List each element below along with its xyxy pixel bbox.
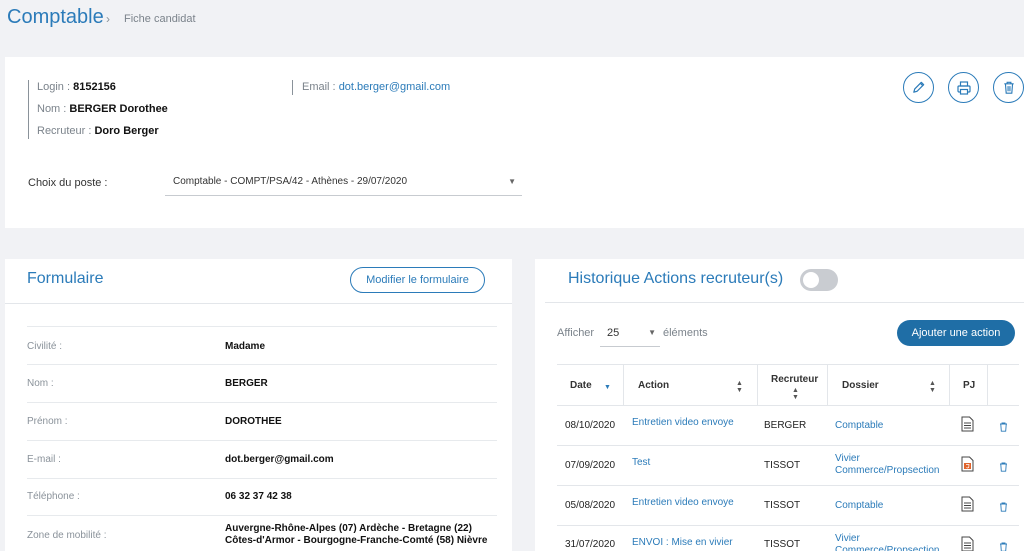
- historique-toggle[interactable]: [800, 269, 838, 291]
- pencil-icon: [913, 81, 925, 93]
- column-header-date[interactable]: Date: [570, 380, 592, 391]
- sort-icon[interactable]: ▲ ▼: [792, 387, 799, 401]
- email-link[interactable]: dot.berger@gmail.com: [339, 81, 450, 93]
- row-dossier-link[interactable]: Vivier Commerce/Propsection: [835, 533, 945, 551]
- print-button[interactable]: [948, 72, 979, 103]
- column-divider: [987, 364, 988, 405]
- form-row: E-mail : dot.berger@gmail.com: [27, 440, 497, 478]
- row-dossier-link[interactable]: Vivier Commerce/Propsection: [835, 453, 945, 477]
- row-date: 31/07/2020: [565, 539, 616, 550]
- sort-desc-icon[interactable]: ▼: [604, 384, 611, 391]
- sort-icon[interactable]: ▲ ▼: [929, 380, 936, 394]
- row-action-link[interactable]: Entretien video envoye: [632, 497, 752, 509]
- login-label: Login :: [37, 81, 74, 93]
- row-recruteur: BERGER: [764, 420, 807, 431]
- divider: [5, 303, 512, 304]
- field-label: Nom :: [27, 378, 54, 389]
- form-row: Prénom : DOROTHEE: [27, 402, 497, 440]
- field-label: Prénom :: [27, 416, 68, 427]
- trash-icon[interactable]: [999, 499, 1008, 517]
- row-date: 05/08/2020: [565, 500, 616, 511]
- field-value: Madame: [225, 341, 266, 352]
- page-title[interactable]: Comptable: [7, 6, 104, 29]
- form-row: Nom : BERGER: [27, 364, 497, 402]
- column-header-recruteur[interactable]: Recruteur: [771, 374, 818, 385]
- form-row: Zone de mobilité : Auvergne-Rhône-Alpes …: [27, 515, 497, 551]
- email-label: Email :: [302, 81, 339, 93]
- poste-selected-value: Comptable - COMPT/PSA/42 - Athènes - 29/…: [173, 176, 408, 187]
- email-line: Email : dot.berger@gmail.com: [292, 80, 450, 95]
- field-label: Téléphone :: [27, 491, 80, 502]
- breadcrumb-current: Fiche candidat: [124, 13, 196, 25]
- table-border: [557, 485, 1019, 486]
- document-icon[interactable]: [961, 416, 974, 437]
- field-label: Zone de mobilité :: [27, 530, 107, 541]
- row-recruteur: TISSOT: [764, 500, 801, 511]
- field-label: Civilité :: [27, 341, 63, 352]
- form-row: Civilité : Madame: [27, 326, 497, 364]
- nom-label: Nom :: [37, 103, 70, 115]
- caret-down-icon: ▼: [648, 328, 656, 337]
- field-value: Auvergne-Rhône-Alpes (07) Ardèche - Bret…: [225, 523, 488, 546]
- candidate-info: Login : 8152156 Nom : BERGER Dorothee Re…: [28, 80, 168, 139]
- row-action-link[interactable]: ENVOI : Mise en vivier: [632, 537, 752, 549]
- nom-line: Nom : BERGER Dorothee: [37, 102, 168, 124]
- printer-icon: [956, 80, 971, 95]
- field-value: 06 32 37 42 38: [225, 491, 292, 502]
- trash-icon[interactable]: [999, 539, 1008, 551]
- column-header-action[interactable]: Action: [638, 380, 669, 391]
- table-border: [557, 445, 1019, 446]
- sort-icon[interactable]: ▲ ▼: [736, 380, 743, 394]
- breadcrumb-separator: ›: [106, 12, 110, 26]
- add-action-button[interactable]: Ajouter une action: [897, 320, 1015, 346]
- recruteur-value: Doro Berger: [94, 125, 159, 137]
- column-divider: [623, 364, 624, 405]
- edit-button[interactable]: [903, 72, 934, 103]
- field-value: BERGER: [225, 378, 268, 389]
- document-icon[interactable]: [961, 536, 974, 551]
- document-icon[interactable]: [961, 496, 974, 517]
- field-value: DOROTHEE: [225, 416, 282, 427]
- toggle-knob: [803, 272, 819, 288]
- divider: [545, 302, 1024, 303]
- table-border: [557, 405, 1019, 406]
- row-recruteur: TISSOT: [764, 539, 801, 550]
- field-label: E-mail :: [27, 454, 61, 465]
- column-header-pj: PJ: [963, 380, 976, 391]
- column-divider: [827, 364, 828, 405]
- historique-title: Historique Actions recruteur(s): [568, 270, 784, 287]
- column-divider: [757, 364, 758, 405]
- delete-button[interactable]: [993, 72, 1024, 103]
- caret-down-icon: ▼: [508, 177, 516, 186]
- html-file-icon[interactable]: [961, 456, 974, 477]
- page-size-select[interactable]: 25 ▼: [600, 321, 660, 347]
- elements-label: éléments: [663, 327, 708, 339]
- login-value: 8152156: [73, 81, 116, 93]
- trash-icon[interactable]: [999, 459, 1008, 477]
- table-border: [557, 525, 1019, 526]
- recruteur-line: Recruteur : Doro Berger: [37, 124, 168, 139]
- row-dossier-link[interactable]: Comptable: [835, 420, 945, 432]
- recruteur-label: Recruteur :: [37, 125, 95, 137]
- modify-form-button[interactable]: Modifier le formulaire: [350, 267, 485, 293]
- row-date: 08/10/2020: [565, 420, 616, 431]
- row-recruteur: TISSOT: [764, 460, 801, 471]
- column-divider: [949, 364, 950, 405]
- login-line: Login : 8152156: [37, 80, 168, 102]
- nom-value: BERGER Dorothee: [69, 103, 168, 115]
- row-date: 07/09/2020: [565, 460, 616, 471]
- form-row: Téléphone : 06 32 37 42 38: [27, 478, 497, 515]
- page-size-value: 25: [607, 327, 620, 339]
- row-action-link[interactable]: Entretien video envoye: [632, 417, 752, 429]
- afficher-label: Afficher: [557, 327, 595, 339]
- row-dossier-link[interactable]: Comptable: [835, 500, 945, 512]
- trash-icon[interactable]: [999, 419, 1008, 437]
- column-header-dossier[interactable]: Dossier: [842, 380, 879, 391]
- row-action-link[interactable]: Test: [632, 457, 752, 469]
- trash-icon: [1003, 81, 1014, 94]
- poste-label: Choix du poste :: [28, 177, 108, 189]
- formulaire-title: Formulaire: [27, 270, 104, 287]
- poste-select[interactable]: Comptable - COMPT/PSA/42 - Athènes - 29/…: [165, 170, 522, 196]
- field-value: dot.berger@gmail.com: [225, 454, 334, 465]
